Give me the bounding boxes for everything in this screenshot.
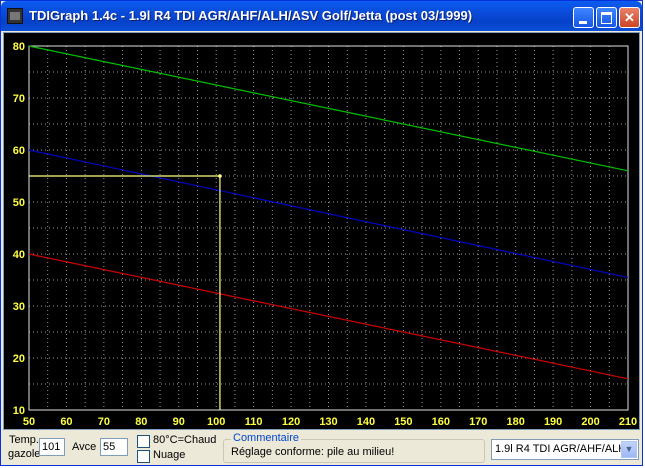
temp-label: Temp.	[9, 434, 39, 446]
x-tick-label: 180	[507, 416, 525, 428]
comment-text: Réglage conforme: pile au milieu!	[231, 446, 395, 458]
bottom-controls: Temp. gazole 101 Avce 55 80°C=Chaud Nuag…	[3, 431, 640, 465]
title-bar[interactable]: TDIGraph 1.4c - 1.9l R4 TDI AGR/AHF/ALH/…	[1, 1, 642, 31]
x-tick-label: 70	[98, 416, 110, 428]
y-tick-label: 40	[13, 249, 25, 261]
x-tick-label: 90	[173, 416, 185, 428]
x-tick-label: 50	[23, 416, 35, 428]
y-tick-label: 20	[13, 353, 25, 365]
y-tick-label: 50	[13, 197, 25, 209]
x-tick-label: 110	[245, 416, 263, 428]
hot-checkbox[interactable]	[137, 435, 150, 448]
x-tick-label: 80	[135, 416, 147, 428]
x-tick-label: 130	[319, 416, 337, 428]
y-tick-label: 80	[13, 41, 25, 53]
y-tick-label: 30	[13, 301, 25, 313]
temp-label-gazole: gazole	[8, 448, 41, 460]
engine-select[interactable]: 1.9l R4 TDI AGR/AHF/ALH ▼	[491, 439, 639, 460]
marker-point[interactable]	[218, 174, 222, 178]
window-title: TDIGraph 1.4c - 1.9l R4 TDI AGR/AHF/ALH/…	[29, 8, 473, 23]
app-icon[interactable]	[7, 8, 23, 24]
maximize-button[interactable]	[596, 7, 617, 28]
chart-svg: 50 60 70 80 90 100 110 120 130 140 150 160 170 180 190…	[13, 41, 637, 428]
series-line-1	[28, 45, 629, 172]
close-button[interactable]: ✕	[619, 7, 640, 28]
y-tick-label: 10	[13, 405, 25, 417]
avce-label: Avce	[72, 441, 97, 453]
x-tick-label: 190	[544, 416, 562, 428]
cloud-checkbox-label: Nuage	[153, 449, 186, 461]
chart-area[interactable]: 50 60 70 80 90 100 110 120 130 140 150 160 170 180 190…	[3, 32, 640, 430]
x-tick-label: 100	[207, 416, 225, 428]
hot-checkbox-label: 80°C=Chaud	[153, 434, 217, 446]
avce-input[interactable]: 55	[100, 438, 128, 456]
x-tick-label: 150	[394, 416, 412, 428]
y-tick-label: 70	[13, 93, 25, 105]
cloud-checkbox[interactable]	[137, 450, 150, 463]
x-tick-label: 200	[581, 416, 599, 428]
x-tick-label: 210	[619, 416, 637, 428]
engine-select-value: 1.9l R4 TDI AGR/AHF/ALH	[495, 443, 627, 455]
plot-border	[28, 45, 629, 411]
chevron-down-icon[interactable]: ▼	[621, 441, 637, 458]
minimize-button[interactable]	[573, 7, 594, 28]
app-window: TDIGraph 1.4c - 1.9l R4 TDI AGR/AHF/ALH/…	[0, 0, 643, 466]
temp-input[interactable]: 101	[39, 438, 65, 456]
series-line-3	[28, 253, 629, 380]
x-tick-label: 120	[282, 416, 300, 428]
comment-title: Commentaire	[231, 432, 302, 444]
x-tick-label: 160	[432, 416, 450, 428]
x-tick-label: 140	[357, 416, 375, 428]
x-tick-label: 170	[469, 416, 487, 428]
x-tick-label: 60	[60, 416, 72, 428]
y-tick-label: 60	[13, 145, 25, 157]
